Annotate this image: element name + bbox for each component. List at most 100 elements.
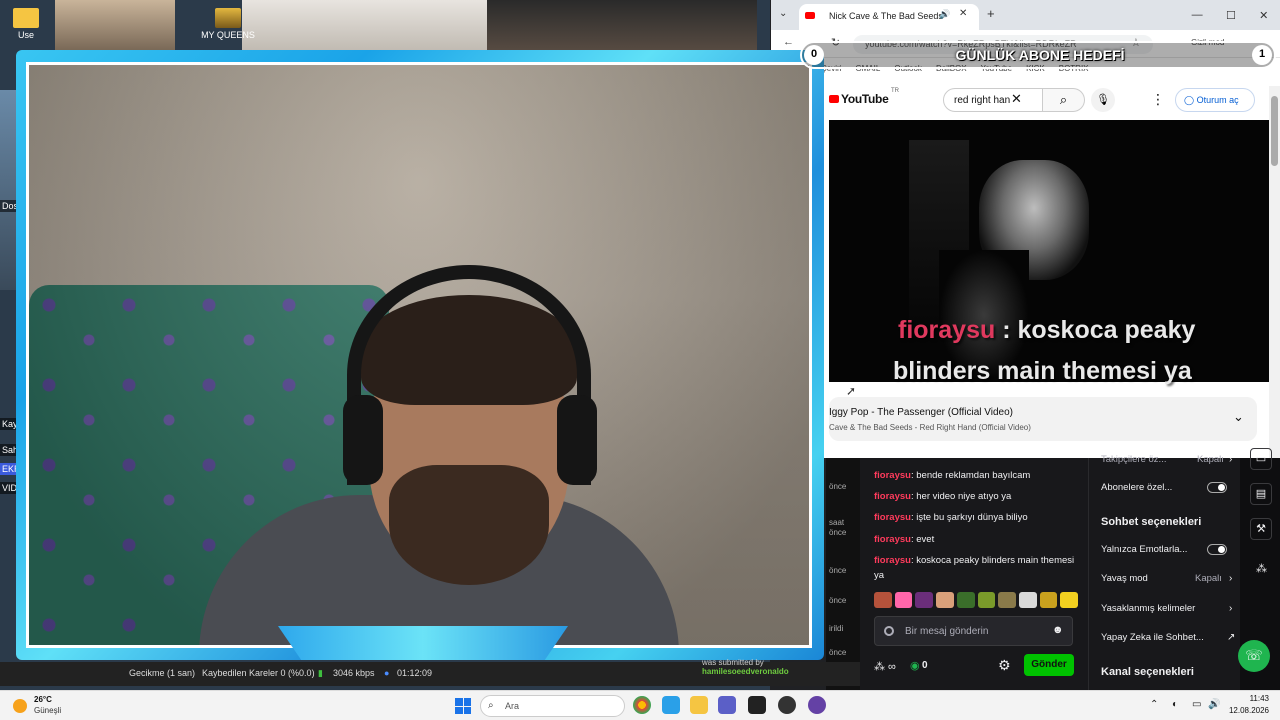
followers-only-row[interactable]: Takipçilere öz... Kapalı › [1101, 454, 1233, 465]
chat-message: fioraysu: bende reklamdan bayılcam [874, 468, 1078, 483]
chevron-up-icon[interactable]: ⌃ [1150, 699, 1158, 710]
more-options-icon[interactable]: ⋮ [1151, 91, 1165, 108]
tab-close-icon[interactable]: ✕ [959, 8, 967, 19]
monitor-icon[interactable]: ▭ [1192, 699, 1201, 710]
sidebar-button[interactable]: ▭ [1250, 448, 1272, 470]
bits-icon[interactable]: ◉ [910, 659, 920, 672]
clear-search-icon[interactable]: ✕ [1011, 91, 1022, 107]
weather-temperature[interactable]: 26°C [34, 695, 52, 704]
chat-settings-gear-icon[interactable]: ⚙ [998, 657, 1011, 674]
emote-icon[interactable] [1039, 592, 1058, 608]
slow-mode-row[interactable]: Yavaş mod Kapalı › [1101, 573, 1233, 584]
channel-points-icon[interactable]: ⁂ ∞ [874, 660, 896, 673]
emote-icon[interactable] [1018, 592, 1037, 608]
youtube-logo[interactable]: YouTube [829, 92, 889, 106]
file-explorer-icon[interactable] [690, 696, 708, 714]
taskbar-search[interactable]: Ara [480, 695, 625, 717]
chat-username[interactable]: fioraysu [874, 470, 911, 481]
emote-icon[interactable] [894, 592, 913, 608]
obs-icon[interactable] [778, 696, 796, 714]
headset-icon[interactable]: ◐ [1172, 699, 1178, 710]
volume-icon[interactable]: 🔊 [1208, 699, 1220, 710]
chat-username[interactable]: fioraysu [874, 534, 911, 545]
new-tab-icon[interactable]: + [987, 6, 995, 21]
support-chat-icon[interactable]: ☏ [1238, 640, 1270, 672]
search-icon: ⌕ [488, 700, 494, 711]
clock-time[interactable]: 11:43 [1229, 694, 1269, 703]
sign-in-button[interactable]: ◯ Oturum aç [1175, 88, 1255, 112]
tab-list-chevron-icon[interactable]: ⌄ [779, 8, 787, 19]
ai-chat-row[interactable]: Yapay Zeka ile Sohbet... ↗ [1101, 632, 1235, 643]
chat-badge-icon[interactable] [884, 626, 894, 636]
desktop-icon-my-queens[interactable]: MY QUEENS [198, 0, 258, 40]
mic-icon: 🎙 [1096, 94, 1110, 106]
sign-in-label: Oturum aç [1196, 95, 1239, 105]
youtube-play-icon [829, 95, 839, 103]
desktop-icon-user[interactable]: Use [0, 0, 56, 40]
maximize-icon[interactable]: ☐ [1226, 9, 1236, 22]
goal-current: 0 [804, 45, 824, 65]
playlist-panel[interactable]: Iggy Pop - The Passenger (Official Video… [829, 397, 1257, 441]
epic-games-icon[interactable] [748, 696, 766, 714]
page-scrollbar[interactable] [1269, 86, 1280, 458]
chat-message-input[interactable]: Bir mesaj gönderin [874, 616, 1073, 646]
mouse-cursor-icon: ➚ [846, 384, 857, 398]
sun-icon[interactable] [13, 699, 27, 713]
signal-icon: ▮ [318, 668, 323, 678]
setting-label: Yasaklanmış kelimeler [1101, 603, 1196, 614]
chat-username[interactable]: fioraysu [874, 491, 911, 502]
emote-icon[interactable] [936, 592, 954, 608]
youtube-logo-text: YouTube [841, 92, 889, 106]
moderation-icon[interactable]: ▤ [1250, 483, 1272, 505]
chat-message: fioraysu: koskoca peaky blinders main th… [874, 553, 1078, 583]
send-button[interactable]: Gönder [1024, 654, 1074, 676]
chrome-icon[interactable] [633, 696, 651, 714]
teams-icon[interactable] [718, 696, 736, 714]
streaming-app-icon[interactable] [808, 696, 826, 714]
community-icon[interactable]: ⁂ [1256, 562, 1267, 575]
chat-actions: ⁂ ∞ ◉ 0 ⚙ Gönder [874, 654, 1078, 680]
emote-only-row[interactable]: Yalnızca Emotlarla... [1101, 544, 1233, 555]
youtube-favicon-icon [805, 12, 815, 19]
emote-icon[interactable] [915, 592, 934, 608]
start-button[interactable] [455, 698, 471, 714]
emote-icon[interactable] [1060, 592, 1079, 608]
subscribers-only-row[interactable]: Abonelere özel... [1101, 482, 1233, 493]
store-icon[interactable] [662, 696, 680, 714]
chat-caption-line1: fioraysu : koskoca peaky [898, 316, 1195, 345]
audio-icon[interactable]: 🔊 [939, 9, 950, 20]
chat-message: fioraysu: her video niye atıyo ya [874, 489, 1078, 504]
emote-only-toggle[interactable] [1207, 544, 1227, 555]
chat-username[interactable]: fioraysu [874, 555, 911, 566]
chat-username[interactable]: fioraysu [874, 512, 911, 523]
emoji-icon[interactable]: ☻ [1052, 624, 1064, 636]
search-button[interactable]: ⌕ [1043, 88, 1085, 112]
folder-image-icon [215, 8, 241, 28]
emote-icon[interactable] [956, 592, 975, 608]
close-icon[interactable]: ✕ [1259, 9, 1268, 22]
desktop-icon-label: Use [17, 30, 34, 40]
chat-panel: fioraysu: bende reklamdan bayılcam fiora… [860, 458, 1088, 690]
search-input[interactable]: red right han [943, 88, 1043, 112]
playlist-subtitle: Cave & The Bad Seeds - Red Right Hand (O… [829, 423, 1031, 432]
subscribers-only-toggle[interactable] [1207, 482, 1227, 493]
scrollbar-thumb[interactable] [1271, 96, 1278, 166]
caption-text: : koskoca peaky [995, 316, 1196, 344]
setting-label: Yalnızca Emotlarla... [1101, 544, 1188, 555]
timestamp: saat önce [829, 518, 847, 537]
weather-condition[interactable]: Güneşli [34, 706, 61, 715]
voice-search-button[interactable]: 🎙 [1091, 88, 1115, 112]
account-icon: ◯ [1184, 95, 1197, 105]
emote-icon[interactable] [874, 592, 892, 608]
emote-icon[interactable] [998, 592, 1016, 608]
emote-icon[interactable] [977, 592, 996, 608]
chevron-down-icon[interactable]: ⌄ [1233, 409, 1244, 425]
tab-youtube[interactable]: Nick Cave & The Bad Seeds [799, 4, 979, 30]
alert-username: hamilesoeedveronaldo [702, 667, 789, 676]
clock-date[interactable]: 12.08.2026 [1221, 706, 1269, 715]
back-icon[interactable]: ← [783, 36, 794, 48]
minimize-icon[interactable]: — [1192, 9, 1203, 21]
banned-words-row[interactable]: Yasaklanmış kelimeler › [1101, 603, 1233, 614]
chat-caption-line2: blinders main themesi ya [893, 357, 1192, 385]
wrench-icon[interactable]: ⚒ [1250, 518, 1272, 540]
